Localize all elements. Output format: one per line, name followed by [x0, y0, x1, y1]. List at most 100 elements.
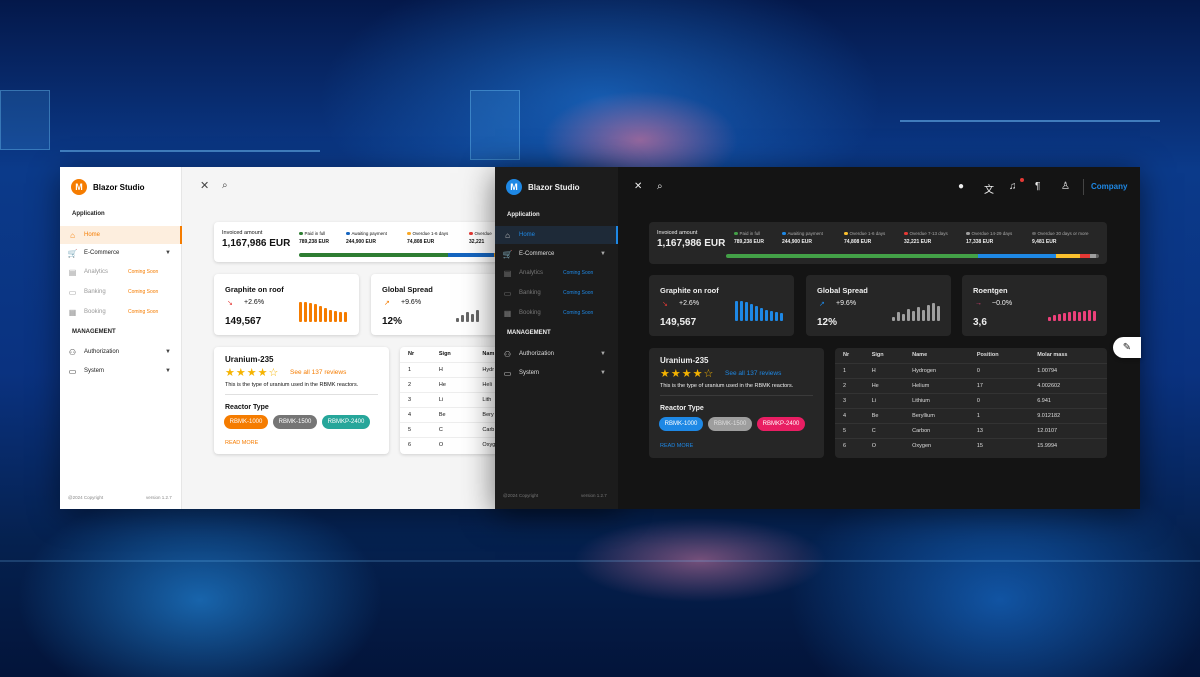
- chip-rbmkp-2400[interactable]: RBMKP-2400: [322, 415, 370, 429]
- sparkline-bar: [319, 306, 322, 322]
- trend-icon: →: [975, 300, 982, 307]
- sparkline-bar: [1068, 312, 1071, 321]
- table-cell: 6: [408, 441, 412, 448]
- notification-dot: [1020, 178, 1024, 182]
- computer-icon: ▭: [503, 368, 512, 378]
- table-row[interactable]: 3 Li Lithium 0 6.941: [835, 393, 1107, 408]
- sidebar-item-booking[interactable]: ▦ Booking: [495, 304, 541, 322]
- coming-soon-badge: Coming Soon: [563, 310, 594, 316]
- sidebar-item-authorization[interactable]: ⚇ Authorization: [495, 345, 554, 363]
- sparkline-bar: [1093, 311, 1096, 321]
- table-cell: 1: [408, 366, 412, 373]
- brand[interactable]: M Blazor Studio: [506, 179, 580, 195]
- table-cell: Hydrogen: [912, 367, 937, 374]
- sidebar-item-authorization[interactable]: ⚇ Authorization: [60, 343, 119, 361]
- star-rating[interactable]: ★★★★☆: [225, 366, 279, 379]
- section-application: Application: [72, 211, 105, 217]
- sidebar-item-banking[interactable]: ▭ Banking: [495, 284, 541, 302]
- sparkline-bar: [466, 312, 469, 322]
- sidebar-item-label: Banking: [84, 289, 106, 295]
- kpi-card-graphite: Graphite on roof ↘ +2.6% 149,567: [649, 275, 794, 336]
- chip-rbmk-1500[interactable]: RBMK-1500: [273, 415, 317, 429]
- column-header[interactable]: Molar mass: [1029, 348, 1107, 363]
- reviews-link[interactable]: See all 137 reviews: [290, 369, 346, 376]
- segment-value: 789,238 EUR: [299, 239, 330, 245]
- sidebar-item-e-commerce[interactable]: 🛒 E-Commerce: [60, 244, 120, 262]
- table-cell: 12.0107: [1037, 427, 1058, 434]
- read-more-link[interactable]: READ MORE: [660, 443, 693, 449]
- progress-segment: [977, 254, 1057, 258]
- divider: [660, 395, 813, 396]
- sidebar-item-e-commerce[interactable]: 🛒 E-Commerce: [495, 245, 555, 263]
- divider: [225, 394, 378, 395]
- table-row[interactable]: 4 Be Beryllium 1 9.012182: [835, 408, 1107, 423]
- divider: [1083, 179, 1084, 195]
- invoice-label: Invoiced amount: [657, 230, 698, 236]
- chevron-down-icon[interactable]: ▼: [600, 251, 606, 257]
- sidebar-item-system[interactable]: ▭ System: [60, 362, 104, 380]
- sidebar-item-analytics[interactable]: ▤ Analytics: [60, 263, 108, 281]
- progress-segment: [1056, 254, 1081, 258]
- chevron-down-icon[interactable]: ▼: [165, 250, 171, 256]
- column-header[interactable]: Position: [969, 348, 1029, 363]
- sparkline: [1048, 301, 1096, 321]
- bell-icon[interactable]: ♫: [1009, 181, 1017, 192]
- table-cell: 4: [843, 412, 847, 419]
- invoice-label: Invoiced amount: [222, 230, 263, 236]
- chevron-down-icon[interactable]: ▼: [600, 370, 606, 376]
- read-more-link[interactable]: READ MORE: [225, 440, 258, 446]
- column-header[interactable]: Name: [904, 348, 969, 363]
- table-cell: C: [871, 427, 876, 434]
- sparkline-bar: [912, 311, 915, 321]
- close-icon[interactable]: ✕: [200, 179, 209, 192]
- chevron-down-icon[interactable]: ▼: [165, 368, 171, 374]
- table-cell: 4.002602: [1037, 382, 1061, 389]
- segment-label: Paid in full: [739, 231, 761, 236]
- segment-label: Overdue 1-6 days: [412, 231, 449, 236]
- table-row[interactable]: 6 O Oxygen 15 15.9994: [835, 438, 1107, 453]
- table-row[interactable]: 2 He Helium 17 4.002602: [835, 378, 1107, 393]
- sparkline-bar: [765, 310, 768, 321]
- sidebar: M Blazor Studio Application ⌂ Home 🛒 E-C…: [60, 167, 182, 509]
- chevron-down-icon[interactable]: ▼: [165, 349, 171, 355]
- table-cell: 9.012182: [1037, 412, 1061, 419]
- table-row[interactable]: 1 H Hydrogen 0 1.00794: [835, 363, 1107, 378]
- table-cell: Lithium: [912, 397, 930, 404]
- column-header[interactable]: Nr: [835, 348, 864, 363]
- chip-rbmk-1000[interactable]: RBMK-1000: [224, 415, 268, 429]
- column-header[interactable]: Sign: [864, 348, 904, 363]
- chip-rbmkp-2400[interactable]: RBMKP-2400: [757, 417, 805, 431]
- github-icon[interactable]: ●: [958, 181, 964, 192]
- table-cell: 3: [843, 397, 847, 404]
- legend-dot: [407, 231, 411, 236]
- sidebar-item-home[interactable]: ⌂ Home: [60, 226, 182, 244]
- background-circuit-line: [0, 560, 1200, 562]
- account-icon[interactable]: ♙: [1061, 181, 1070, 192]
- search-icon[interactable]: ⌕: [657, 181, 663, 192]
- sidebar-item-booking[interactable]: ▦ Booking: [60, 303, 106, 321]
- background-circuit-line: [60, 150, 320, 152]
- column-header[interactable]: Nr: [400, 347, 431, 362]
- company-link[interactable]: Company: [1091, 182, 1127, 191]
- translate-icon[interactable]: 文: [984, 181, 994, 196]
- brand[interactable]: M Blazor Studio: [71, 179, 145, 195]
- logo-icon: M: [71, 179, 87, 195]
- close-icon[interactable]: ✕: [634, 181, 642, 192]
- search-icon[interactable]: ⌕: [222, 180, 228, 191]
- paragraph-icon[interactable]: ¶: [1035, 181, 1040, 192]
- reviews-link[interactable]: See all 137 reviews: [725, 370, 781, 377]
- coming-soon-badge: Coming Soon: [128, 269, 159, 275]
- chip-rbmk-1000[interactable]: RBMK-1000: [659, 417, 703, 431]
- sidebar-item-analytics[interactable]: ▤ Analytics: [495, 264, 543, 282]
- kpi-change: +2.6%: [679, 300, 700, 307]
- star-rating[interactable]: ★★★★☆: [660, 367, 714, 380]
- sidebar-item-system[interactable]: ▭ System: [495, 364, 539, 382]
- progress-segment: [1096, 254, 1099, 258]
- sidebar-item-home[interactable]: ⌂ Home: [495, 226, 618, 244]
- chip-rbmk-1500[interactable]: RBMK-1500: [708, 417, 752, 431]
- sidebar-item-banking[interactable]: ▭ Banking: [60, 283, 106, 301]
- column-header[interactable]: Sign: [431, 347, 475, 362]
- chevron-down-icon[interactable]: ▼: [600, 351, 606, 357]
- theme-toggle-button[interactable]: ✎: [1113, 337, 1141, 358]
- table-row[interactable]: 5 C Carbon 13 12.0107: [835, 423, 1107, 438]
